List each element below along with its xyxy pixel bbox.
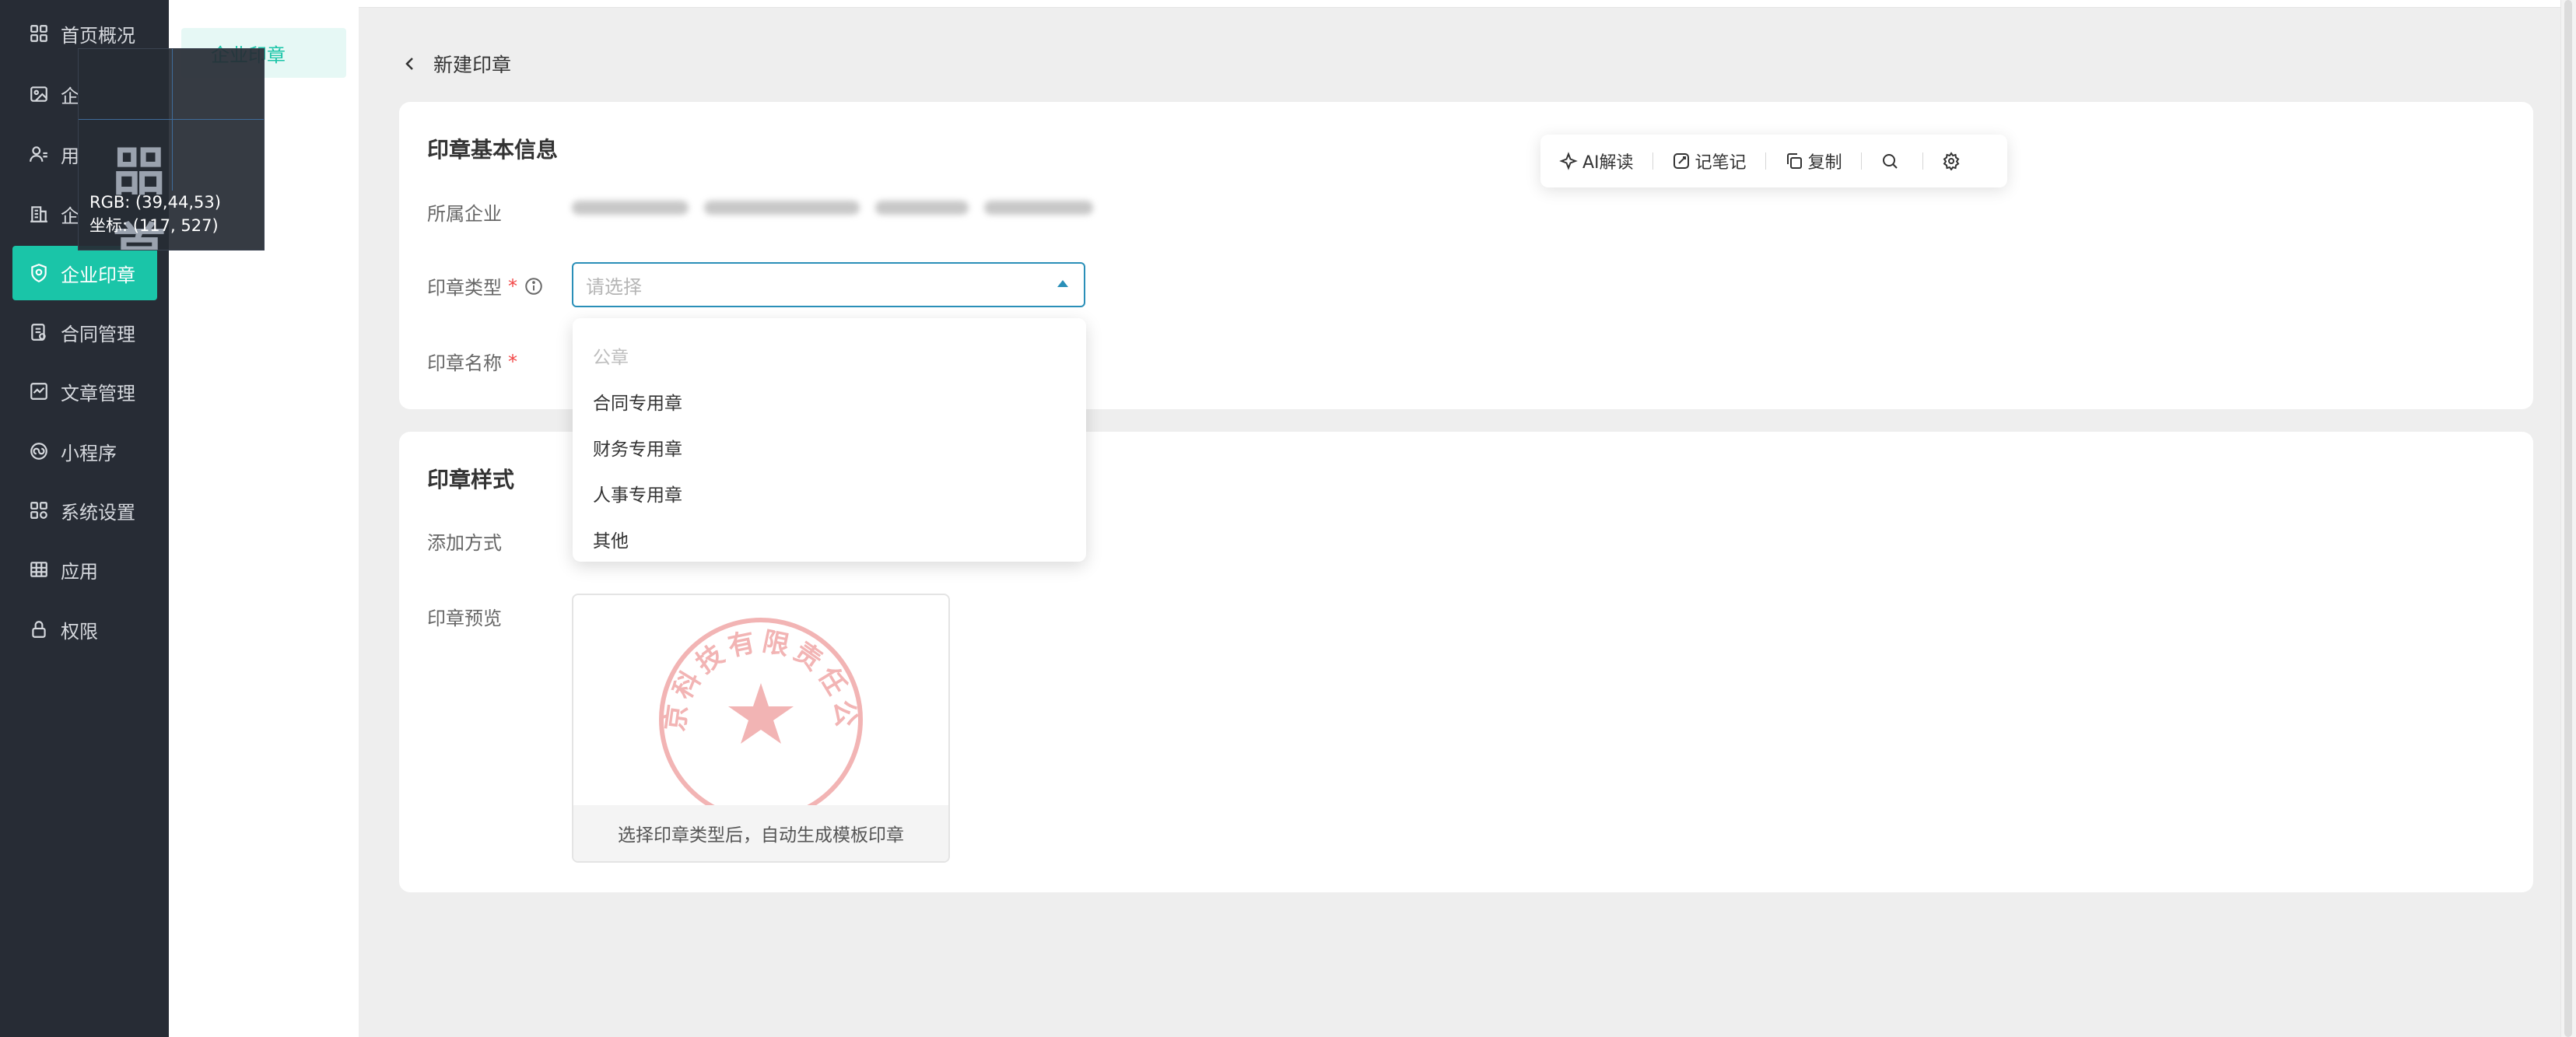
company-value-redacted xyxy=(572,198,1093,217)
seal-type-label: 印章类型 * xyxy=(427,272,544,300)
magnifier-readout: RGB: (39,44,53) 坐标: (117, 527) xyxy=(89,191,221,237)
nav-item-permissions[interactable]: 权限 xyxy=(12,602,157,657)
nav-item-contracts[interactable]: 合同管理 xyxy=(12,305,157,359)
apps-icon xyxy=(28,559,50,580)
nav-item-label: 文章管理 xyxy=(61,382,135,405)
users-icon xyxy=(28,143,50,165)
building-icon xyxy=(28,203,50,225)
seal-preview-label: 印章预览 xyxy=(427,603,502,630)
selection-toolbar: AI解读 记笔记 复制 xyxy=(1540,135,2007,187)
dropdown-option[interactable]: 其他 xyxy=(573,516,1086,562)
company-label-text: 所属企业 xyxy=(427,203,502,225)
settings-button[interactable] xyxy=(1942,145,1965,177)
seal-style-title: 印章样式 xyxy=(427,467,515,492)
seal-template-image: 北京科技有限责任公司 xyxy=(573,595,948,817)
seal-stamp-icon: 北京科技有限责任公司 xyxy=(644,595,863,817)
nav-item-label: 用 xyxy=(61,145,79,167)
image-icon xyxy=(28,83,50,105)
coord-readout: 坐标: (117, 527) xyxy=(89,216,219,235)
scrollbar-thumb[interactable] xyxy=(2564,0,2572,1037)
seal-name-label: 印章名称 * xyxy=(427,348,517,375)
required-mark: * xyxy=(508,275,517,297)
color-picker-magnifier: 㗊 首 RGB: (39,44,53) 坐标: (117, 527) xyxy=(78,48,265,250)
basic-info-title: 印章基本信息 xyxy=(427,137,559,163)
dropdown-option[interactable]: 合同专用章 xyxy=(573,378,1086,424)
magnifier-grid: 㗊 首 xyxy=(79,49,264,250)
nav-item-enterprise-seal[interactable]: 企业印章 xyxy=(12,246,157,300)
grid-icon xyxy=(28,23,50,44)
ai-explain-label: AI解读 xyxy=(1582,153,1634,173)
chevron-left-icon[interactable] xyxy=(401,54,419,73)
dropdown-option: 公章 xyxy=(593,347,629,368)
ai-sparkle-icon xyxy=(1559,152,1578,170)
seal-name-label-text: 印章名称 xyxy=(427,352,502,374)
nav-item-label: 权限 xyxy=(61,620,98,643)
nav-item-miniprogram[interactable]: 小程序 xyxy=(12,424,157,478)
redaction-blur xyxy=(572,201,689,215)
toolbar-divider xyxy=(1922,152,1923,170)
lock-icon xyxy=(28,618,50,640)
copy-icon xyxy=(1786,153,1802,169)
dropdown-option[interactable]: 人事专用章 xyxy=(573,470,1086,516)
nav-item-label: 企 xyxy=(61,205,79,227)
page-title: 新建印章 xyxy=(433,54,512,76)
nav-item-label: 企 xyxy=(61,85,79,107)
nav-item-apps[interactable]: 应用 xyxy=(12,542,157,597)
toolbar-divider xyxy=(1765,152,1766,170)
toolbar-divider xyxy=(1652,152,1653,170)
edit-note-icon xyxy=(1673,153,1689,169)
nav-item-system-settings[interactable]: 系统设置 xyxy=(12,483,157,538)
nav-item-articles[interactable]: 文章管理 xyxy=(12,364,157,419)
nav-item-label: 合同管理 xyxy=(61,323,135,345)
miniprogram-icon xyxy=(28,440,50,462)
crosshair-horizontal xyxy=(79,119,264,120)
required-mark: * xyxy=(508,350,517,373)
select-placeholder: 请选择 xyxy=(586,275,642,298)
redaction-blur xyxy=(984,201,1093,215)
seal-preview-label-text: 印章预览 xyxy=(427,608,502,629)
seal-type-select[interactable]: 请选择 xyxy=(572,262,1085,307)
toolbar-divider xyxy=(1860,152,1862,170)
copy-button[interactable]: 复制 xyxy=(1785,145,1842,177)
seal-preview-caption: 选择印章类型后，自动生成模板印章 xyxy=(573,805,948,861)
seal-preview-box: 北京科技有限责任公司 选择印章类型后，自动生成模板印章 xyxy=(572,594,950,863)
copy-label: 复制 xyxy=(1807,153,1842,173)
redaction-blur xyxy=(875,201,969,215)
redaction-blur xyxy=(704,201,860,215)
seal-type-label-text: 印章类型 xyxy=(427,277,502,299)
contract-icon xyxy=(28,321,50,343)
nav-item-label: 应用 xyxy=(61,560,98,583)
nav-item-label: 系统设置 xyxy=(61,501,135,524)
search-icon xyxy=(1882,154,1898,169)
rgb-readout: RGB: (39,44,53) xyxy=(89,193,221,212)
nav-item-label: 小程序 xyxy=(61,442,117,464)
take-note-label: 记笔记 xyxy=(1695,153,1747,173)
add-method-label: 添加方式 xyxy=(427,527,502,555)
dropdown-option[interactable]: 财务专用章 xyxy=(573,424,1086,470)
shield-icon xyxy=(28,262,50,284)
caret-up-icon xyxy=(1057,280,1068,287)
ai-explain-button[interactable]: AI解读 xyxy=(1559,145,1634,177)
top-strip xyxy=(359,0,2576,8)
info-icon[interactable] xyxy=(524,276,544,296)
gear-icon xyxy=(1943,152,1959,170)
seal-type-dropdown: 公章 合同专用章 财务专用章 人事专用章 其他 xyxy=(573,318,1086,562)
page-header: 新建印章 xyxy=(401,47,511,81)
company-label: 所属企业 xyxy=(427,198,502,226)
search-button[interactable] xyxy=(1880,145,1904,177)
settings-grid-icon xyxy=(28,499,50,521)
vertical-scrollbar[interactable] xyxy=(2560,0,2576,1037)
nav-item-label: 企业印章 xyxy=(61,264,135,286)
take-note-button[interactable]: 记笔记 xyxy=(1672,145,1747,177)
article-icon xyxy=(28,380,50,402)
nav-item-label: 首页概况 xyxy=(61,24,135,47)
add-method-label-text: 添加方式 xyxy=(427,532,502,554)
